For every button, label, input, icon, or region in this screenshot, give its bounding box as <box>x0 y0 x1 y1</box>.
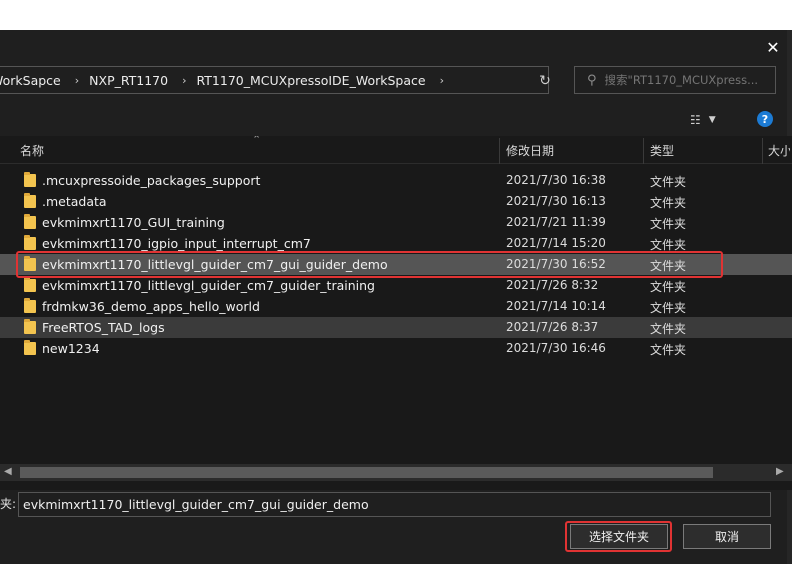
search-box[interactable]: ⚲ <box>574 66 776 94</box>
file-date: 2021/7/26 8:37 <box>506 320 599 334</box>
file-type: 文件夹 <box>650 238 687 252</box>
file-row[interactable]: evkmimxrt1170_littlevgl_guider_cm7_guide… <box>0 275 792 296</box>
view-options-button[interactable]: ☷ ▼ <box>690 110 738 130</box>
folder-icon <box>24 298 36 313</box>
column-header-label: 类型 <box>650 143 675 158</box>
refresh-button[interactable]: ↻ <box>531 71 559 91</box>
file-name: frdmkw36_demo_apps_hello_world <box>42 299 260 314</box>
file-row[interactable]: evkmimxrt1170_igpio_input_interrupt_cm7 … <box>0 233 792 254</box>
file-date: 2021/7/30 16:52 <box>506 257 606 271</box>
file-list: 名称 修改日期 类型 大小 ⌃ .mcuxpressoide_packages_… <box>0 136 792 490</box>
column-header-row: 名称 修改日期 类型 大小 <box>0 136 792 164</box>
file-row[interactable]: evkmimxrt1170_GUI_training 2021/7/21 11:… <box>0 212 792 233</box>
chevron-right-icon[interactable]: › <box>75 74 79 87</box>
breadcrumb-label: WorkSapce <box>0 72 61 88</box>
column-header-type[interactable]: 类型 <box>650 136 750 164</box>
file-name: evkmimxrt1170_littlevgl_guider_cm7_guide… <box>42 278 375 293</box>
file-row-hover[interactable]: FreeRTOS_TAD_logs 2021/7/26 8:37 文件夹 <box>0 317 792 338</box>
scroll-left-icon[interactable]: ◀ <box>4 466 12 477</box>
file-name: evkmimxrt1170_igpio_input_interrupt_cm7 <box>42 236 311 251</box>
file-date: 2021/7/30 16:13 <box>506 194 606 208</box>
search-input[interactable] <box>604 73 765 87</box>
breadcrumb-label: NXP_RT1170 <box>89 72 169 88</box>
close-icon: ✕ <box>766 37 780 57</box>
chevron-right-icon[interactable]: › <box>440 74 444 87</box>
breadcrumb-item[interactable]: NXP_RT1170 › <box>89 73 196 88</box>
file-type: 文件夹 <box>650 301 687 315</box>
folder-icon <box>24 277 36 292</box>
column-header-label: 修改日期 <box>506 143 555 158</box>
breadcrumb-label: RT1170_MCUXpressoIDE_WorkSpace <box>196 72 426 88</box>
file-date: 2021/7/30 16:38 <box>506 173 606 187</box>
file-type: 文件夹 <box>650 217 687 231</box>
column-header-size[interactable]: 大小 <box>768 136 790 164</box>
column-header-label: 名称 <box>20 143 45 158</box>
file-row[interactable]: .metadata 2021/7/30 16:13 文件夹 <box>0 191 792 212</box>
folder-icon <box>24 319 36 334</box>
select-folder-button[interactable]: 选择文件夹 <box>570 524 668 549</box>
file-name: .mcuxpressoide_packages_support <box>42 173 261 188</box>
file-type: 文件夹 <box>650 259 687 273</box>
breadcrumb-item[interactable]: WorkSapce › <box>0 73 89 88</box>
file-name: evkmimxrt1170_littlevgl_guider_cm7_gui_g… <box>42 257 388 272</box>
breadcrumb-item[interactable]: RT1170_MCUXpressoIDE_WorkSpace › <box>197 73 454 88</box>
column-divider[interactable] <box>762 138 763 164</box>
file-row[interactable]: new1234 2021/7/30 16:46 文件夹 <box>0 338 792 359</box>
file-type: 文件夹 <box>650 343 687 357</box>
file-row-selected[interactable]: evkmimxrt1170_littlevgl_guider_cm7_gui_g… <box>0 254 792 275</box>
scroll-right-icon[interactable]: ▶ <box>776 466 784 477</box>
file-name: new1234 <box>42 341 100 356</box>
help-button[interactable]: ? <box>757 111 773 127</box>
folder-icon <box>24 193 36 208</box>
search-icon: ⚲ <box>587 72 597 88</box>
column-header-date[interactable]: 修改日期 <box>506 136 636 164</box>
folder-icon <box>24 256 36 271</box>
close-button[interactable]: ✕ <box>760 36 786 58</box>
horizontal-scrollbar[interactable]: ◀ ▶ <box>0 464 792 481</box>
folder-icon <box>24 340 36 355</box>
cancel-button[interactable]: 取消 <box>683 524 771 549</box>
file-row[interactable]: frdmkw36_demo_apps_hello_world 2021/7/14… <box>0 296 792 317</box>
column-header-label: 大小 <box>768 143 790 158</box>
file-date: 2021/7/30 16:46 <box>506 341 606 355</box>
file-date: 2021/7/14 10:14 <box>506 299 606 313</box>
file-date: 2021/7/26 8:32 <box>506 278 599 292</box>
file-name: .metadata <box>42 194 107 209</box>
folder-picker-dialog: ✕ WorkSapce › NXP_RT1170 › RT1170_MCUXpres… <box>0 30 792 564</box>
file-type: 文件夹 <box>650 280 687 294</box>
help-icon: ? <box>761 112 769 126</box>
sort-ascending-icon: ⌃ <box>252 136 262 146</box>
folder-icon <box>24 235 36 250</box>
file-type: 文件夹 <box>650 196 687 210</box>
file-type: 文件夹 <box>650 175 687 189</box>
address-bar[interactable]: WorkSapce › NXP_RT1170 › RT1170_MCUXpresso… <box>0 66 549 94</box>
refresh-icon: ↻ <box>539 73 551 89</box>
column-divider[interactable] <box>499 138 500 164</box>
file-name: FreeRTOS_TAD_logs <box>42 320 165 335</box>
scrollbar-thumb[interactable] <box>20 467 713 478</box>
view-details-icon: ☷ <box>690 113 701 127</box>
file-row[interactable]: .mcuxpressoide_packages_support 2021/7/3… <box>0 170 792 191</box>
folder-icon <box>24 172 36 187</box>
folder-field-label: 夹: <box>0 497 17 511</box>
file-date: 2021/7/21 11:39 <box>506 215 606 229</box>
chevron-right-icon[interactable]: › <box>182 74 186 87</box>
folder-icon <box>24 214 36 229</box>
file-date: 2021/7/14 15:20 <box>506 236 606 250</box>
file-name: evkmimxrt1170_GUI_training <box>42 215 225 230</box>
file-type: 文件夹 <box>650 322 687 336</box>
folder-input[interactable] <box>18 492 771 517</box>
chevron-down-icon: ▼ <box>708 115 716 125</box>
column-divider[interactable] <box>643 138 644 164</box>
